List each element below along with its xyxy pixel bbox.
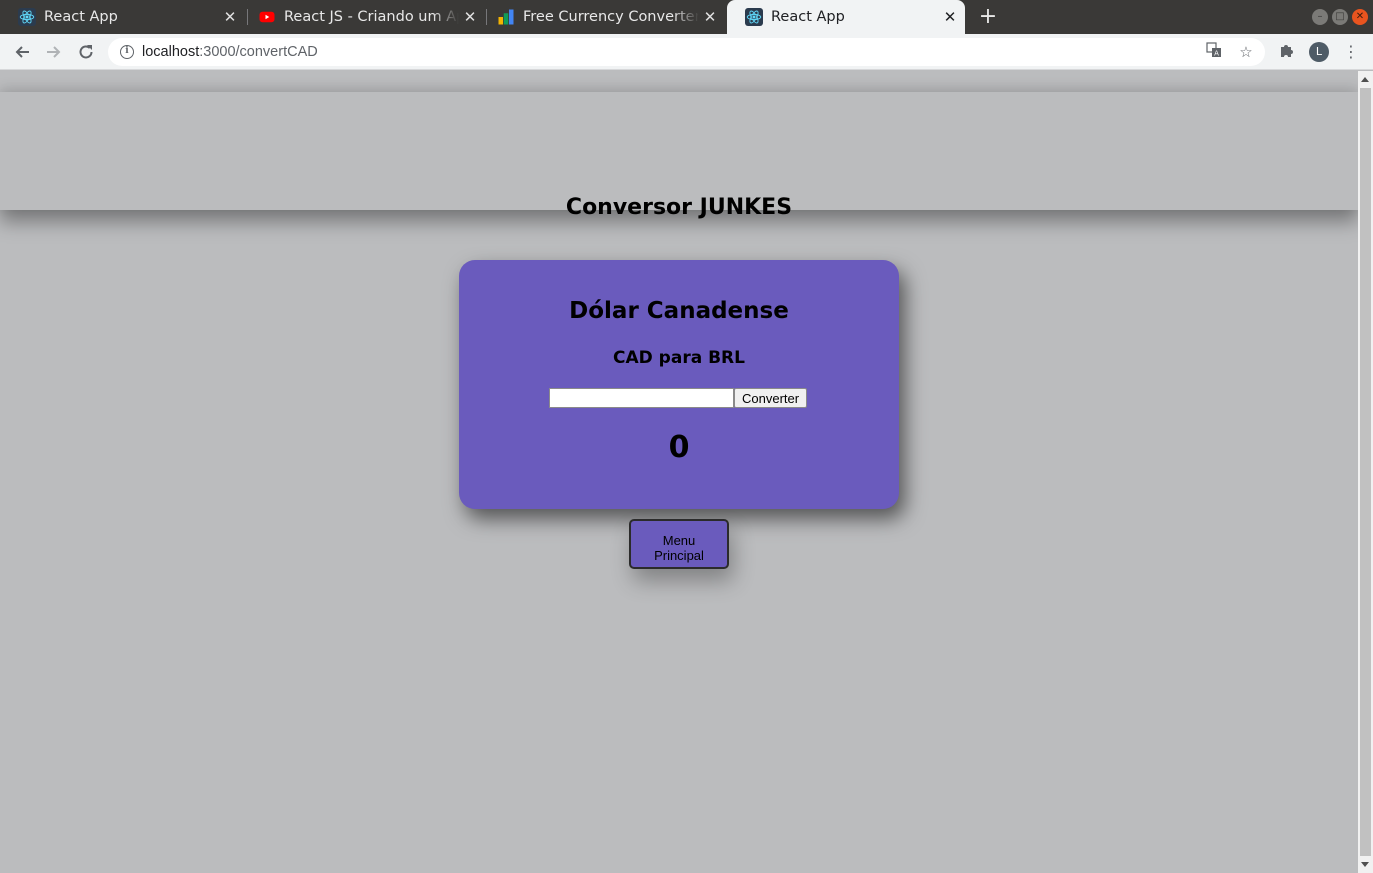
url-host: localhost [142, 44, 200, 60]
tab-currency-converter[interactable]: Free Currency Converter A ✕ [479, 0, 725, 34]
tab-title: Free Currency Converter A [523, 9, 699, 25]
bookmark-star-icon[interactable]: ☆ [1236, 42, 1256, 62]
convert-button[interactable]: Converter [734, 388, 808, 408]
site-info-icon[interactable]: i [120, 45, 134, 59]
youtube-icon [259, 11, 275, 23]
forward-icon[interactable] [41, 39, 67, 65]
page-title: Conversor JUNKES [565, 195, 793, 220]
currency-title: Dólar Canadense [569, 298, 789, 324]
main-menu-label-line1: Menu [662, 533, 696, 548]
more-menu-icon[interactable]: ⋮ [1341, 42, 1361, 62]
tab-react-js-video[interactable]: React JS - Criando um App ✕ [240, 0, 485, 34]
scrollbar-thumb[interactable] [1360, 88, 1371, 856]
main-menu-button[interactable]: Menu Principal [629, 519, 729, 569]
scroll-down-arrow-icon[interactable] [1361, 862, 1369, 867]
new-tab-button[interactable]: + [976, 4, 1000, 30]
minimize-window-icon[interactable]: – [1312, 9, 1328, 25]
browser-toolbar: i localhost:3000/convertCAD A ☆ L ⋮ [0, 34, 1373, 70]
maximize-window-icon[interactable]: □ [1332, 9, 1348, 25]
page-header: Conversor JUNKES [0, 92, 1358, 220]
extensions-icon[interactable] [1277, 42, 1297, 62]
back-icon[interactable] [9, 39, 35, 65]
main-menu-label-line2: Principal [654, 548, 704, 563]
tab-title: React App [771, 9, 845, 25]
page-viewport: Conversor JUNKES Dólar Canadense CAD par… [0, 71, 1358, 873]
conversion-pair: CAD para BRL [613, 348, 745, 368]
close-icon[interactable]: ✕ [939, 8, 961, 26]
reload-icon[interactable] [73, 39, 99, 65]
close-icon[interactable]: ✕ [219, 8, 241, 26]
close-window-icon[interactable]: ✕ [1352, 9, 1368, 25]
react-icon [18, 8, 36, 26]
svg-text:A: A [1214, 50, 1219, 58]
tab-title: React JS - Criando um App [284, 9, 459, 25]
react-icon [745, 8, 763, 26]
close-icon[interactable]: ✕ [459, 8, 481, 26]
tab-react-app-active[interactable]: React App ✕ [727, 0, 965, 34]
currency-converter-icon [498, 9, 514, 25]
conversion-form: Converter [549, 388, 808, 408]
address-bar[interactable]: i localhost:3000/convertCAD A ☆ [108, 38, 1265, 66]
vertical-scrollbar[interactable] [1358, 71, 1373, 873]
url-text: localhost:3000/convertCAD [142, 44, 318, 60]
tab-title: React App [44, 9, 118, 25]
conversion-result: 0 [668, 430, 690, 465]
scroll-up-arrow-icon[interactable] [1361, 77, 1369, 82]
close-icon[interactable]: ✕ [699, 8, 721, 26]
tab-strip: React App ✕ React JS - Criando um App ✕ … [0, 0, 1373, 34]
tab-react-app-1[interactable]: React App ✕ [0, 0, 245, 34]
profile-avatar[interactable]: L [1309, 42, 1329, 62]
amount-input[interactable] [549, 388, 734, 408]
converter-card: Dólar Canadense CAD para BRL Converter 0 [459, 260, 899, 509]
url-path: :3000/convertCAD [199, 44, 318, 60]
translate-icon[interactable]: A [1204, 42, 1224, 62]
